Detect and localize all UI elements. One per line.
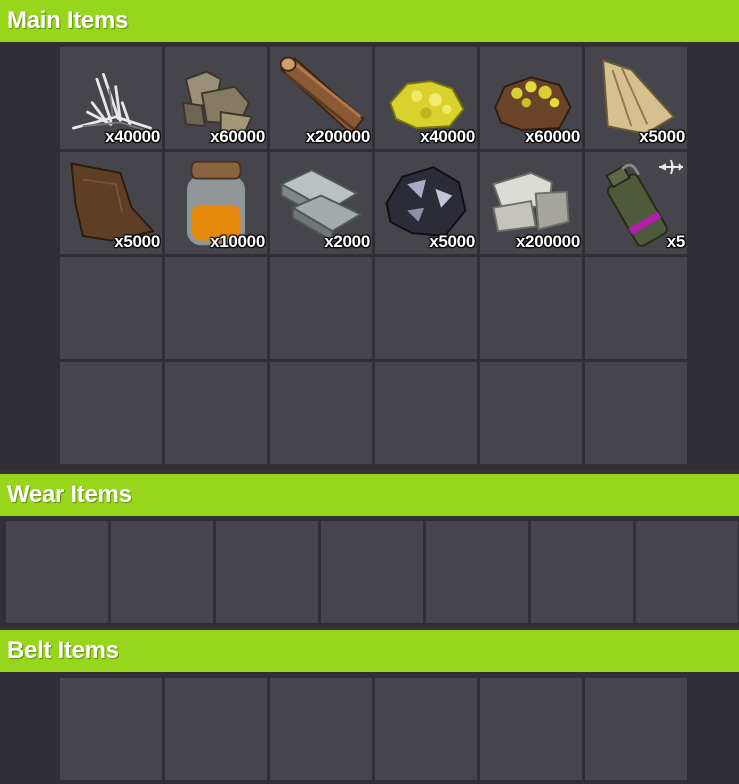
- inventory-slot-empty[interactable]: [585, 362, 687, 464]
- inventory-slot[interactable]: x2000: [270, 152, 372, 254]
- inventory-slot[interactable]: x10000: [165, 152, 267, 254]
- belt-items-header: Belt Items: [0, 630, 739, 672]
- item-quantity: x200000: [305, 127, 370, 146]
- item-quantity: x40000: [105, 127, 160, 146]
- wear-slot-empty[interactable]: [636, 521, 738, 623]
- item-quantity: x5: [666, 232, 686, 251]
- main-items-header: Main Items: [0, 0, 739, 42]
- main-items-grid: x40000 x60000 x200000 x40000 x60000 x500…: [60, 47, 687, 464]
- wear-items-panel: [0, 516, 739, 627]
- wear-slot-empty[interactable]: [321, 521, 423, 623]
- inventory-slot-empty[interactable]: [480, 257, 582, 359]
- belt-slot-empty[interactable]: [585, 678, 687, 780]
- inventory-slot[interactable]: x200000: [270, 47, 372, 149]
- wear-items-title: Wear Items: [7, 481, 132, 508]
- item-quantity: x2000: [324, 232, 370, 251]
- wear-items-header: Wear Items: [0, 474, 739, 516]
- inventory-slot[interactable]: x5000: [375, 152, 477, 254]
- main-items-panel: x40000 x60000 x200000 x40000 x60000 x500…: [0, 42, 739, 471]
- airplane-icon: [658, 159, 683, 175]
- inventory-slot[interactable]: x5: [585, 152, 687, 254]
- inventory-slot-empty[interactable]: [60, 362, 162, 464]
- inventory-slot[interactable]: x5000: [585, 47, 687, 149]
- item-quantity: x5000: [639, 127, 685, 146]
- item-quantity: x5000: [429, 232, 475, 251]
- wear-slot-empty[interactable]: [6, 521, 108, 623]
- item-quantity: x40000: [420, 127, 475, 146]
- belt-items-grid: [60, 678, 687, 780]
- item-quantity: x60000: [525, 127, 580, 146]
- belt-slot-empty[interactable]: [375, 678, 477, 780]
- inventory-slot[interactable]: x200000: [480, 152, 582, 254]
- item-quantity: x200000: [515, 232, 580, 251]
- item-quantity: x60000: [210, 127, 265, 146]
- inventory-slot[interactable]: x40000: [375, 47, 477, 149]
- inventory-slot-empty[interactable]: [585, 257, 687, 359]
- inventory-slot-empty[interactable]: [270, 362, 372, 464]
- belt-items-panel: [0, 672, 739, 784]
- inventory-slot[interactable]: x40000: [60, 47, 162, 149]
- wear-slot-empty[interactable]: [531, 521, 633, 623]
- inventory-slot[interactable]: x60000: [480, 47, 582, 149]
- belt-slot-empty[interactable]: [480, 678, 582, 780]
- inventory-slot-empty[interactable]: [165, 257, 267, 359]
- inventory-slot-empty[interactable]: [375, 362, 477, 464]
- inventory-slot-empty[interactable]: [165, 362, 267, 464]
- inventory-slot-empty[interactable]: [270, 257, 372, 359]
- wear-slot-empty[interactable]: [426, 521, 528, 623]
- belt-slot-empty[interactable]: [270, 678, 372, 780]
- belt-slot-empty[interactable]: [165, 678, 267, 780]
- inventory-slot-empty[interactable]: [60, 257, 162, 359]
- inventory-slot-empty[interactable]: [480, 362, 582, 464]
- item-quantity: x10000: [210, 232, 265, 251]
- wear-slot-empty[interactable]: [111, 521, 213, 623]
- inventory-slot-empty[interactable]: [375, 257, 477, 359]
- inventory-slot[interactable]: x60000: [165, 47, 267, 149]
- inventory-slot[interactable]: x5000: [60, 152, 162, 254]
- wear-slot-empty[interactable]: [216, 521, 318, 623]
- wear-items-grid: [6, 521, 738, 623]
- item-quantity: x5000: [114, 232, 160, 251]
- belt-items-title: Belt Items: [7, 637, 119, 664]
- belt-slot-empty[interactable]: [60, 678, 162, 780]
- main-items-title: Main Items: [7, 7, 129, 34]
